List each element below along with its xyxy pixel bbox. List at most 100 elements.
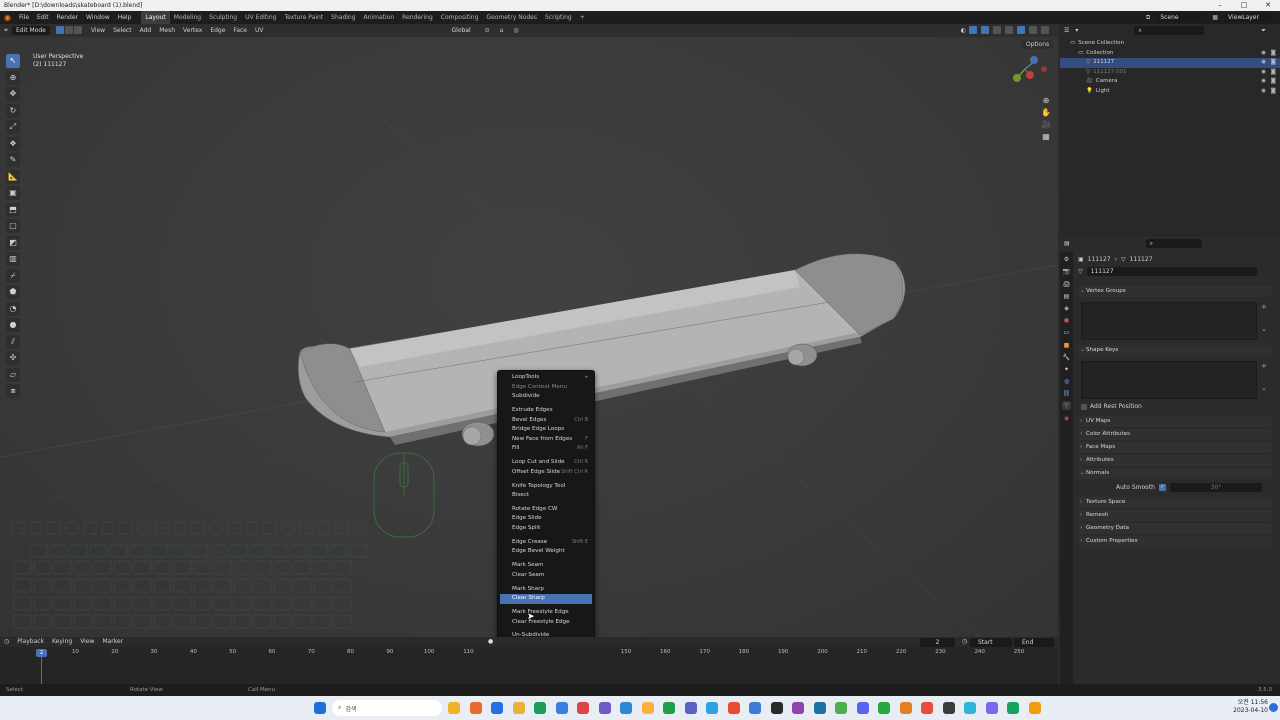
properties-search-input[interactable]: ⌕ (1145, 239, 1202, 248)
timeline-ruler[interactable]: 10 20 30 40 50 60 70 80 90 100 110 150 160 170 180 190 2… (0, 649, 1058, 659)
menu-item-knife-topology-tool[interactable]: Knife Topology Tool (498, 482, 594, 492)
viewlayer-icon[interactable]: ▦ (1212, 14, 1218, 21)
taskbar-app-icon[interactable] (598, 702, 611, 714)
ortho-grid-icon[interactable]: ▦ (1040, 131, 1052, 143)
render-camera-icon[interactable]: ◙ (1271, 49, 1276, 59)
taskbar-app-icon[interactable] (534, 702, 546, 714)
extrude-tool-icon[interactable]: ⬒ (6, 202, 20, 217)
bevel-tool-icon[interactable]: ◩ (6, 235, 20, 250)
face-select-icon[interactable] (73, 25, 82, 34)
workspace-tab-scripting[interactable]: Scripting (541, 11, 576, 24)
inset-tool-icon[interactable]: ▢ (6, 219, 20, 233)
solid-shading-icon[interactable] (1017, 26, 1025, 34)
viewport-menu-mesh[interactable]: Mesh (155, 24, 179, 37)
playhead-frame[interactable]: 2 (36, 649, 47, 657)
menu-item-mark-freestyle-edge[interactable]: Mark Freestyle Edge (498, 608, 594, 618)
workspace-tab-geometry-nodes[interactable]: Geometry Nodes (482, 11, 541, 24)
uv-maps-panel[interactable]: › UV Maps (1079, 416, 1272, 427)
mesh-name-field[interactable]: 111127 (1086, 267, 1257, 276)
timeline-menu-marker[interactable]: Marker (98, 637, 127, 647)
taskbar-app-icon[interactable] (684, 702, 697, 714)
shrink-tool-icon[interactable]: ✣ (6, 351, 20, 365)
vertex-groups-list[interactable] (1081, 302, 1257, 340)
visibility-icon[interactable]: ◐ (961, 27, 966, 34)
menu-item-clear-seam[interactable]: Clear Seam (498, 571, 594, 581)
taskbar-app-icon[interactable] (491, 702, 503, 714)
timeline-menu-playback[interactable]: Playback (13, 637, 48, 647)
taskbar-app-icon[interactable] (985, 702, 998, 714)
visibility-eye-icon[interactable]: ◉ (1261, 68, 1266, 78)
taskbar-app-icon[interactable] (512, 702, 525, 714)
viewport-menu-edge[interactable]: Edge (206, 24, 229, 37)
smooth-tool-icon[interactable]: ● (6, 318, 20, 332)
modifier-tab-icon[interactable]: 🔧 (1062, 353, 1071, 362)
menu-item-edge-crease[interactable]: Edge Crease Shift E (498, 538, 594, 548)
taskbar-app-icon[interactable] (813, 702, 826, 714)
timeline-menu-view[interactable]: View (76, 637, 98, 647)
mode-dropdown[interactable]: Edit Mode (11, 26, 50, 35)
visibility-eye-icon[interactable]: ◉ (1261, 77, 1266, 87)
viewport-menu-add[interactable]: Add (136, 24, 156, 37)
menu-item-clear-freestyle-edge[interactable]: Clear Freestyle Edge (498, 618, 594, 628)
render-camera-icon[interactable]: ◙ (1271, 68, 1276, 78)
workspace-tab-animation[interactable]: Animation (360, 11, 399, 24)
visibility-eye-icon[interactable]: ◉ (1261, 87, 1266, 97)
viewport-menu-face[interactable]: Face (229, 24, 251, 37)
normals-panel[interactable]: ⌄ Normals (1079, 468, 1272, 479)
end-frame-field[interactable]: End 250 (1014, 637, 1054, 656)
workspace-tab-rendering[interactable]: Rendering (398, 11, 437, 24)
workspace-tab-layout[interactable]: Layout (141, 11, 170, 24)
move-tool-icon[interactable]: ✥ (6, 87, 20, 101)
system-clock[interactable]: 오전 11:56 2023-04-10 (1233, 699, 1268, 715)
workspace-tab-compositing[interactable]: Compositing (437, 11, 483, 24)
pivot-icon[interactable]: ⊙ (485, 27, 490, 34)
menu-item-bevel-edges[interactable]: Bevel Edges Ctrl B (498, 416, 594, 426)
vertex-groups-panel[interactable]: ⌄ Vertex Groups (1079, 286, 1272, 297)
workspace-tab-texture-paint[interactable]: Texture Paint (280, 11, 327, 24)
outliner-row[interactable]: ▽ 111127 ◉ ◙ (1060, 58, 1280, 68)
add-cube-tool-icon[interactable]: ▣ (6, 186, 20, 200)
world-tab-icon[interactable]: ● (1062, 316, 1071, 325)
physics-tab-icon[interactable]: ◍ (1062, 377, 1071, 386)
zoom-icon[interactable]: ⊕ (1040, 95, 1052, 107)
menu-item-subdivide[interactable]: Subdivide (498, 392, 594, 402)
taskbar-search[interactable]: ⌕ 검색 (332, 700, 442, 716)
blender-logo-icon[interactable]: ◉ (0, 13, 15, 22)
measure-tool-icon[interactable]: 📐 (6, 169, 20, 184)
menu-item-bridge-edge-loops[interactable]: Bridge Edge Loops (498, 425, 594, 435)
cursor-tool-icon[interactable]: ⊕ (6, 70, 20, 85)
taskbar-app-icon[interactable] (663, 702, 675, 714)
outliner-row[interactable]: ▭ Collection ◉ ◙ (1060, 49, 1280, 59)
options-button[interactable]: Options (1022, 40, 1054, 49)
vertex-group-menu-icon[interactable]: ⌄ (1261, 325, 1267, 333)
tool-tab-icon[interactable]: ⚙ (1062, 255, 1071, 264)
taskbar-app-icon[interactable] (1007, 702, 1019, 714)
camera-view-icon[interactable]: 🎥 (1040, 119, 1052, 131)
menu-item-edge-split[interactable]: Edge Split (498, 524, 594, 534)
menu-edit[interactable]: Edit (33, 11, 53, 24)
outliner-search-input[interactable]: ⌕ (1134, 26, 1205, 35)
menu-item-edge-slide[interactable]: Edge Slide (498, 514, 594, 524)
rip-tool-icon[interactable]: ⧈ (6, 384, 20, 398)
viewport-menu-uv[interactable]: UV (251, 24, 268, 37)
timeline-editor-icon[interactable]: ◷ (0, 637, 13, 647)
menu-help[interactable]: Help (114, 11, 136, 24)
scene-icon[interactable]: ⧉ (1146, 14, 1150, 22)
menu-item-rotate-edge-cw[interactable]: Rotate Edge CW (498, 505, 594, 515)
outliner-editor-icon[interactable]: ☰ (1064, 27, 1069, 34)
select-tool-icon[interactable]: ↖ (6, 54, 20, 68)
shape-keys-panel[interactable]: ⌄ Shape Keys (1079, 345, 1272, 356)
timeline-menu-keying[interactable]: Keying (48, 637, 76, 647)
spin-tool-icon[interactable]: ◔ (6, 301, 20, 316)
menu-item-edge-bevel-weight[interactable]: Edge Bevel Weight (498, 547, 594, 557)
constraints-tab-icon[interactable]: ⛓ (1062, 389, 1071, 398)
auto-smooth-checkbox[interactable]: ✓ (1159, 483, 1166, 491)
face-maps-panel[interactable]: › Face Maps (1079, 442, 1272, 453)
menu-item-mark-seam[interactable]: Mark Seam (498, 561, 594, 571)
menu-render[interactable]: Render (53, 11, 82, 24)
collection-tab-icon[interactable]: ▭ (1062, 328, 1071, 337)
scene-field[interactable]: Scene (1156, 13, 1207, 22)
menu-item-bisect[interactable]: Bisect (498, 491, 594, 501)
taskbar-app-icon[interactable] (727, 702, 740, 714)
loop-cut-tool-icon[interactable]: ▥ (6, 252, 20, 266)
